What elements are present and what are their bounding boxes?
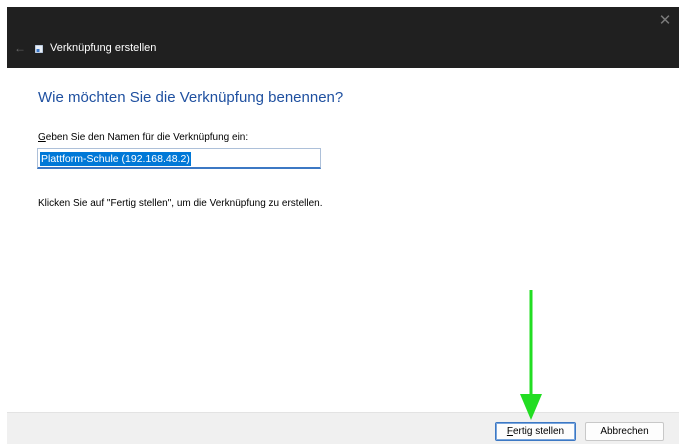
- finish-instruction: Klicken Sie auf "Fertig stellen", um die…: [38, 198, 323, 209]
- wizard-page: Wie möchten Sie die Verknüpfung benennen…: [7, 68, 679, 412]
- back-arrow-icon[interactable]: ←: [12, 40, 28, 56]
- close-icon[interactable]: ✕: [655, 12, 675, 30]
- create-shortcut-dialog: ✕ ← Verknüpfung erstellen Wie möchten Si…: [7, 7, 679, 444]
- window-title: Verknüpfung erstellen: [50, 42, 157, 54]
- shortcut-name-value: Plattform-Schule (192.168.48.2): [40, 152, 191, 166]
- finish-button[interactable]: Fertig stellen: [495, 422, 576, 441]
- button-bar: Fertig stellen Abbrechen: [7, 412, 679, 444]
- title-bar: ✕ ← Verknüpfung erstellen: [7, 7, 679, 68]
- green-arrow-annotation: [520, 290, 542, 420]
- shortcut-icon: [35, 45, 43, 53]
- field-label-text: eben Sie den Namen für die Verknüpfung e…: [45, 132, 249, 143]
- cancel-button[interactable]: Abbrechen: [585, 422, 664, 441]
- name-field-label: Geben Sie den Namen für die Verknüpfung …: [38, 132, 248, 144]
- finish-label: ertig stellen: [512, 426, 565, 437]
- shortcut-name-input[interactable]: Plattform-Schule (192.168.48.2): [37, 148, 321, 169]
- field-label-accesskey: G: [38, 132, 46, 143]
- page-heading: Wie möchten Sie die Verknüpfung benennen…: [38, 89, 344, 106]
